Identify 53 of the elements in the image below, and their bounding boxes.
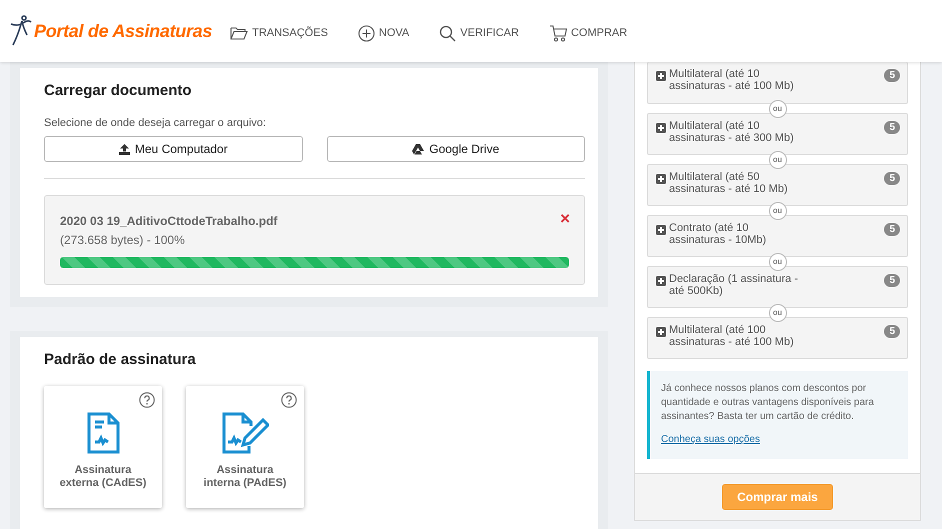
upload-icon (118, 144, 130, 154)
expand-icon[interactable] (656, 71, 666, 81)
count-badge: 5 (884, 223, 900, 236)
count-badge: 5 (884, 325, 900, 338)
search-icon (439, 24, 456, 42)
expand-icon[interactable] (656, 174, 666, 184)
options-link[interactable]: Conheça suas opções (661, 434, 760, 445)
nav-link[interactable]: VERIFICAR (439, 20, 519, 42)
document-pen-icon (221, 411, 269, 455)
plan-item[interactable]: Declaração (1 assinatura - até 500Kb) 5 (647, 266, 908, 308)
option-label: Assinatura interna (PAdES) (202, 464, 288, 490)
upload-prompt: Selecione de onde deseja carregar o arquivo: (44, 117, 267, 129)
cart-icon (548, 24, 567, 42)
expand-icon[interactable] (656, 123, 666, 133)
drive-icon (412, 144, 424, 154)
expand-icon[interactable] (656, 276, 666, 286)
option-label: Assinatura externa (CAdES) (58, 464, 148, 490)
plan-label: Multilateral (até 100 assinaturas - até 100 Mb) (669, 324, 795, 348)
plan-label: Multilateral (até 10 assinaturas - até 300 Mb) (669, 120, 795, 144)
help-icon[interactable] (281, 392, 297, 408)
plan-label: Multilateral (até 10 assinaturas - até 100 Mb) (669, 68, 795, 92)
count-badge: 5 (884, 274, 900, 287)
plan-label: Contrato (até 10 assinaturas - 10Mb) (669, 222, 768, 246)
signed-document-icon (86, 411, 120, 455)
plan-label: Multilateral (até 50 assinaturas - até 10 Mb) (669, 171, 789, 195)
signature-option[interactable]: Assinatura externa (CAdES) (44, 386, 162, 508)
plan-item[interactable]: Multilateral (até 10 assinaturas - até 100 Mb) 5 (647, 62, 908, 104)
count-badge: 5 (884, 69, 900, 82)
nav-link[interactable]: TRANSAÇÕES (230, 20, 328, 42)
count-badge: 5 (884, 121, 900, 134)
plan-label: Declaração (1 assinatura - até 500Kb) (669, 273, 800, 297)
count-badge: 5 (884, 172, 900, 185)
help-icon[interactable] (139, 392, 155, 408)
plan-item[interactable]: Contrato (até 10 assinaturas - 10Mb) 5 (647, 215, 908, 257)
expand-icon[interactable] (656, 327, 666, 337)
source-button[interactable]: Google Drive (326, 136, 585, 162)
nav-link[interactable]: COMPRAR (548, 20, 628, 42)
nav-link[interactable]: NOVA (358, 20, 410, 42)
remove-button[interactable]: × (560, 210, 570, 227)
info-text: Já conhece nossos planos com descontos por quantidade e outras vantagens disponíveis para assinantes? Basta ter um cartão de crédito. (661, 382, 875, 424)
signature-option[interactable]: Assinatura interna (PAdES) (186, 386, 304, 508)
folder-icon (230, 26, 248, 40)
plan-item[interactable]: Multilateral (até 100 assinaturas - até 100 Mb) 5 (647, 317, 908, 359)
source-button[interactable]: Meu Computador (44, 136, 302, 162)
file-info: (273.658 bytes) - 100% (60, 233, 186, 247)
expand-icon[interactable] (656, 225, 666, 235)
plus-circle-icon (358, 24, 375, 42)
section-title: Carregar documento (44, 82, 193, 99)
logo-icon (10, 15, 32, 47)
file-name: 2020 03 19_AditivoCttodeTrabalho.pdf (60, 214, 278, 228)
plan-item[interactable]: Multilateral (até 50 assinaturas - até 10 Mb) 5 (647, 164, 908, 206)
section-title: Padrão de assinatura (44, 351, 197, 368)
plan-item[interactable]: Multilateral (até 10 assinaturas - até 300 Mb) 5 (647, 113, 908, 155)
